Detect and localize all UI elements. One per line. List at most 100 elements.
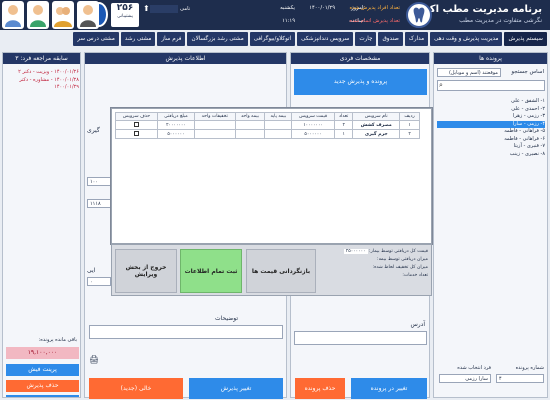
- admission-field-c[interactable]: ۰: [87, 277, 111, 286]
- selected-person-field[interactable]: سارا رزمی: [439, 374, 491, 383]
- services-table-header: ردیف نام سرویس تعداد قیمت سرویس بیمه پای…: [115, 112, 420, 121]
- support-label: پشتیبانی: [117, 14, 133, 19]
- summary-box: قیمت کل دریافتی توسط بیمار: ۲۵۰۰۰۰۰۰ میز…: [316, 248, 428, 280]
- discount-label: میزان کل تخفیف لحاظ شده:: [372, 265, 428, 270]
- col-service-price: قیمت سرویس: [291, 112, 335, 121]
- search-icon[interactable]: ⌕: [439, 81, 443, 90]
- admin-icon[interactable]: [77, 1, 99, 29]
- delete-admission-button[interactable]: حذف پذیرش: [6, 380, 79, 392]
- tab-adult-growth[interactable]: مشتی رشد بزرگسالان: [187, 32, 248, 46]
- cell-delete: [115, 120, 158, 130]
- doctor-male-icon[interactable]: [27, 1, 49, 29]
- tab-growth[interactable]: مشتی رشد: [120, 32, 156, 46]
- history-entry[interactable]: ۱۴۰۰/۰۱/۲۶ - ویزیت - دکتر ۲: [5, 69, 79, 77]
- pay-button[interactable]: [6, 395, 79, 397]
- search-input[interactable]: [437, 80, 545, 91]
- main-nav: سیستم پذیرش مدیریت پذیرش و وقت دهی مدارک…: [0, 30, 550, 47]
- search-basis-select[interactable]: موقعتند (اسم و موبایل): [437, 68, 501, 77]
- admission-field-a[interactable]: ۱۰۰: [87, 177, 111, 186]
- cell-service-name[interactable]: مصرف کشش: [352, 120, 401, 130]
- staff-icons: [2, 1, 99, 29]
- weekday: یکشنبه: [280, 5, 295, 11]
- cell-count[interactable]: ۱: [333, 129, 354, 139]
- attachment-icon[interactable]: 🖨: [89, 355, 99, 364]
- user-name-field[interactable]: [150, 5, 178, 13]
- tab-admission-management[interactable]: مدیریت پذیرش و وقت دهی: [430, 32, 503, 46]
- insurance-label: میزان دریافتی توسط بیمه:: [377, 257, 428, 262]
- staff-group-icon[interactable]: [52, 1, 74, 29]
- description-label: توضیحات: [215, 315, 239, 322]
- col-service-name: نام سرویس: [352, 112, 401, 121]
- cell-count[interactable]: ۲: [333, 120, 354, 130]
- tab-dental-service[interactable]: سرویس دندانپزشکی: [297, 32, 354, 46]
- tab-headache[interactable]: مشتی درس سر: [73, 32, 119, 46]
- tree-item[interactable]: ۶- فراهانی - فاطمه: [437, 136, 545, 144]
- history-entry[interactable]: ۱۴۰۰/۰۱/۲۸ - مشاوره - دکتر: [5, 77, 79, 85]
- tab-autoclave[interactable]: اتوکلاو/بیوگرافی: [249, 32, 296, 46]
- change-case-button[interactable]: تغییر در پرونده: [351, 378, 427, 399]
- case-number-field[interactable]: ۴: [496, 374, 544, 383]
- delete-checkbox[interactable]: [133, 121, 139, 127]
- tab-admission-system[interactable]: سیستم پذیرش: [504, 32, 547, 46]
- cases-panel: پرونده ها اساس جستجو موقعتند (اسم و موبا…: [433, 52, 548, 398]
- history-entry[interactable]: ۱۴۰۰/۰۱/۲۹: [5, 84, 79, 92]
- search-basis-label: اساس جستجو: [511, 69, 544, 75]
- tab-chart[interactable]: چارت: [355, 32, 377, 46]
- admission-field-b[interactable]: ۱۱۱۸: [87, 199, 111, 208]
- cell-base-insurance[interactable]: [264, 129, 293, 139]
- tree-item-selected[interactable]: ۴- رزمی - سارا: [437, 120, 545, 128]
- col-count: تعداد: [333, 112, 354, 121]
- empty-new-button[interactable]: خالی (جدید): [89, 378, 183, 399]
- description-field[interactable]: [89, 325, 283, 339]
- tab-documents[interactable]: مدارک: [404, 32, 429, 46]
- table-row[interactable]: ۱ مصرف کشش ۲ ۱۰۰۰۰۰۰۰ ۲۰۰۰۰۰۰۰: [115, 120, 420, 130]
- cell-service-price[interactable]: ۵۰۰۰۰۰۰: [291, 129, 335, 139]
- exit-edit-button[interactable]: خروج از بخش ویرایش: [115, 249, 177, 293]
- delete-case-button[interactable]: حذف پرونده: [295, 378, 345, 399]
- save-all-button[interactable]: ثبت تمام اطلاعات: [180, 249, 242, 293]
- user-label: نامی: [180, 6, 191, 12]
- dialog-footer: قیمت کل دریافتی توسط بیمار: ۲۵۰۰۰۰۰۰ میز…: [111, 244, 432, 296]
- cell-unit-insurance[interactable]: [234, 120, 266, 130]
- count-label: تعداد خدمات:: [402, 273, 428, 278]
- up-arrow-icon[interactable]: ⬆: [143, 4, 150, 13]
- today-date: ۱۴۰۰/۰۱/۲۹: [309, 5, 335, 11]
- cell-base-insurance[interactable]: [264, 120, 293, 130]
- cell-unit-discount[interactable]: [194, 129, 236, 139]
- recalc-prices-button[interactable]: بازنگردانی قیمت ها: [246, 249, 316, 293]
- address-field[interactable]: [294, 331, 427, 345]
- cell-service-name[interactable]: جرم گیری: [352, 129, 401, 139]
- cell-unit-insurance[interactable]: [234, 129, 266, 139]
- tab-form-builder[interactable]: فرم ساز: [157, 32, 186, 46]
- cell-row: ۱: [399, 120, 420, 130]
- cell-service-price[interactable]: ۱۰۰۰۰۰۰۰: [291, 120, 335, 130]
- tree-item[interactable]: ۳- رزمی - زهرا: [437, 113, 545, 121]
- app-subtitle: نگرشی متفاوت در مدیریت مطب: [459, 17, 542, 24]
- admission-panel-title: اطلاعات پذیرش: [85, 53, 286, 64]
- support-badge[interactable]: ۲۵۶ پشتیبانی: [111, 3, 139, 27]
- tree-item[interactable]: ۸- نصیری - زینب: [437, 151, 545, 159]
- tree-item[interactable]: ۱- الشفق - علی: [437, 98, 545, 106]
- history-panel: سابقه مراجعه فرد: ۳ ۱۴۰۰/۰۱/۲۶ - ویزیت -…: [2, 52, 81, 398]
- print-invoice-button[interactable]: پرینت فیش: [6, 364, 79, 376]
- support-number: ۲۵۶: [116, 3, 134, 13]
- tab-cashbox[interactable]: صندوق: [378, 32, 403, 46]
- cell-delete: [115, 129, 158, 139]
- tree-item[interactable]: ۷- قنبری - آزیتا: [437, 143, 545, 151]
- tree-item[interactable]: ۵- فراهانی - فاطمه: [437, 128, 545, 136]
- delete-checkbox[interactable]: [133, 130, 139, 136]
- table-row[interactable]: ۲ جرم گیری ۱ ۵۰۰۰۰۰۰ ۵۰۰۰۰۰۰: [115, 129, 420, 139]
- cell-unit-discount[interactable]: [194, 120, 236, 130]
- doctor-female-icon[interactable]: [2, 1, 24, 29]
- col-unit-insurance: بیمه واحد: [234, 112, 266, 121]
- new-case-admission-button[interactable]: پرونده و پذیرش جدید: [294, 69, 427, 95]
- change-admission-button[interactable]: تغییر پذیرش: [189, 378, 283, 399]
- individual-panel-title: مشخصات فردی: [291, 53, 429, 64]
- admitted-done-label: تعداد پذیرش اتمام شده: [349, 18, 400, 24]
- col-received: مبلغ دریافتی: [156, 112, 196, 121]
- col-base-insurance: بیمه پایه: [264, 112, 293, 121]
- cell-received: ۵۰۰۰۰۰۰: [156, 129, 196, 139]
- history-panel-title: سابقه مراجعه فرد: ۳: [3, 53, 80, 64]
- service-edit-dialog: ردیف نام سرویس تعداد قیمت سرویس بیمه پای…: [111, 108, 432, 244]
- tree-item[interactable]: ۲- احمدی - علی: [437, 106, 545, 114]
